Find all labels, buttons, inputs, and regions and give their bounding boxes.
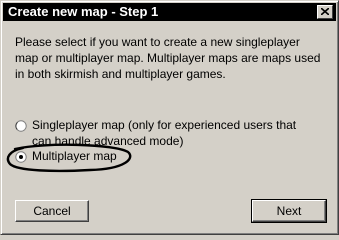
multiplayer-option[interactable]: Multiplayer map: [15, 148, 215, 166]
cancel-button[interactable]: Cancel: [15, 200, 89, 222]
create-map-dialog: Create new map - Step 1 Please select if…: [0, 0, 339, 235]
title-bar: Create new map - Step 1: [3, 3, 336, 21]
singleplayer-option[interactable]: Singleplayer map (only for experienced u…: [15, 117, 335, 151]
radio-unchecked-icon[interactable]: [15, 120, 27, 132]
close-icon: [321, 8, 329, 15]
description-text: Please select if you want to create a ne…: [15, 35, 321, 81]
next-button[interactable]: Next: [251, 199, 327, 223]
dialog-title: Create new map - Step 1: [8, 4, 159, 19]
radio-checked-icon[interactable]: [15, 151, 27, 163]
multiplayer-label: Multiplayer map: [32, 149, 117, 163]
close-button[interactable]: [317, 5, 333, 19]
singleplayer-label: Singleplayer map (only for experienced u…: [32, 118, 297, 148]
